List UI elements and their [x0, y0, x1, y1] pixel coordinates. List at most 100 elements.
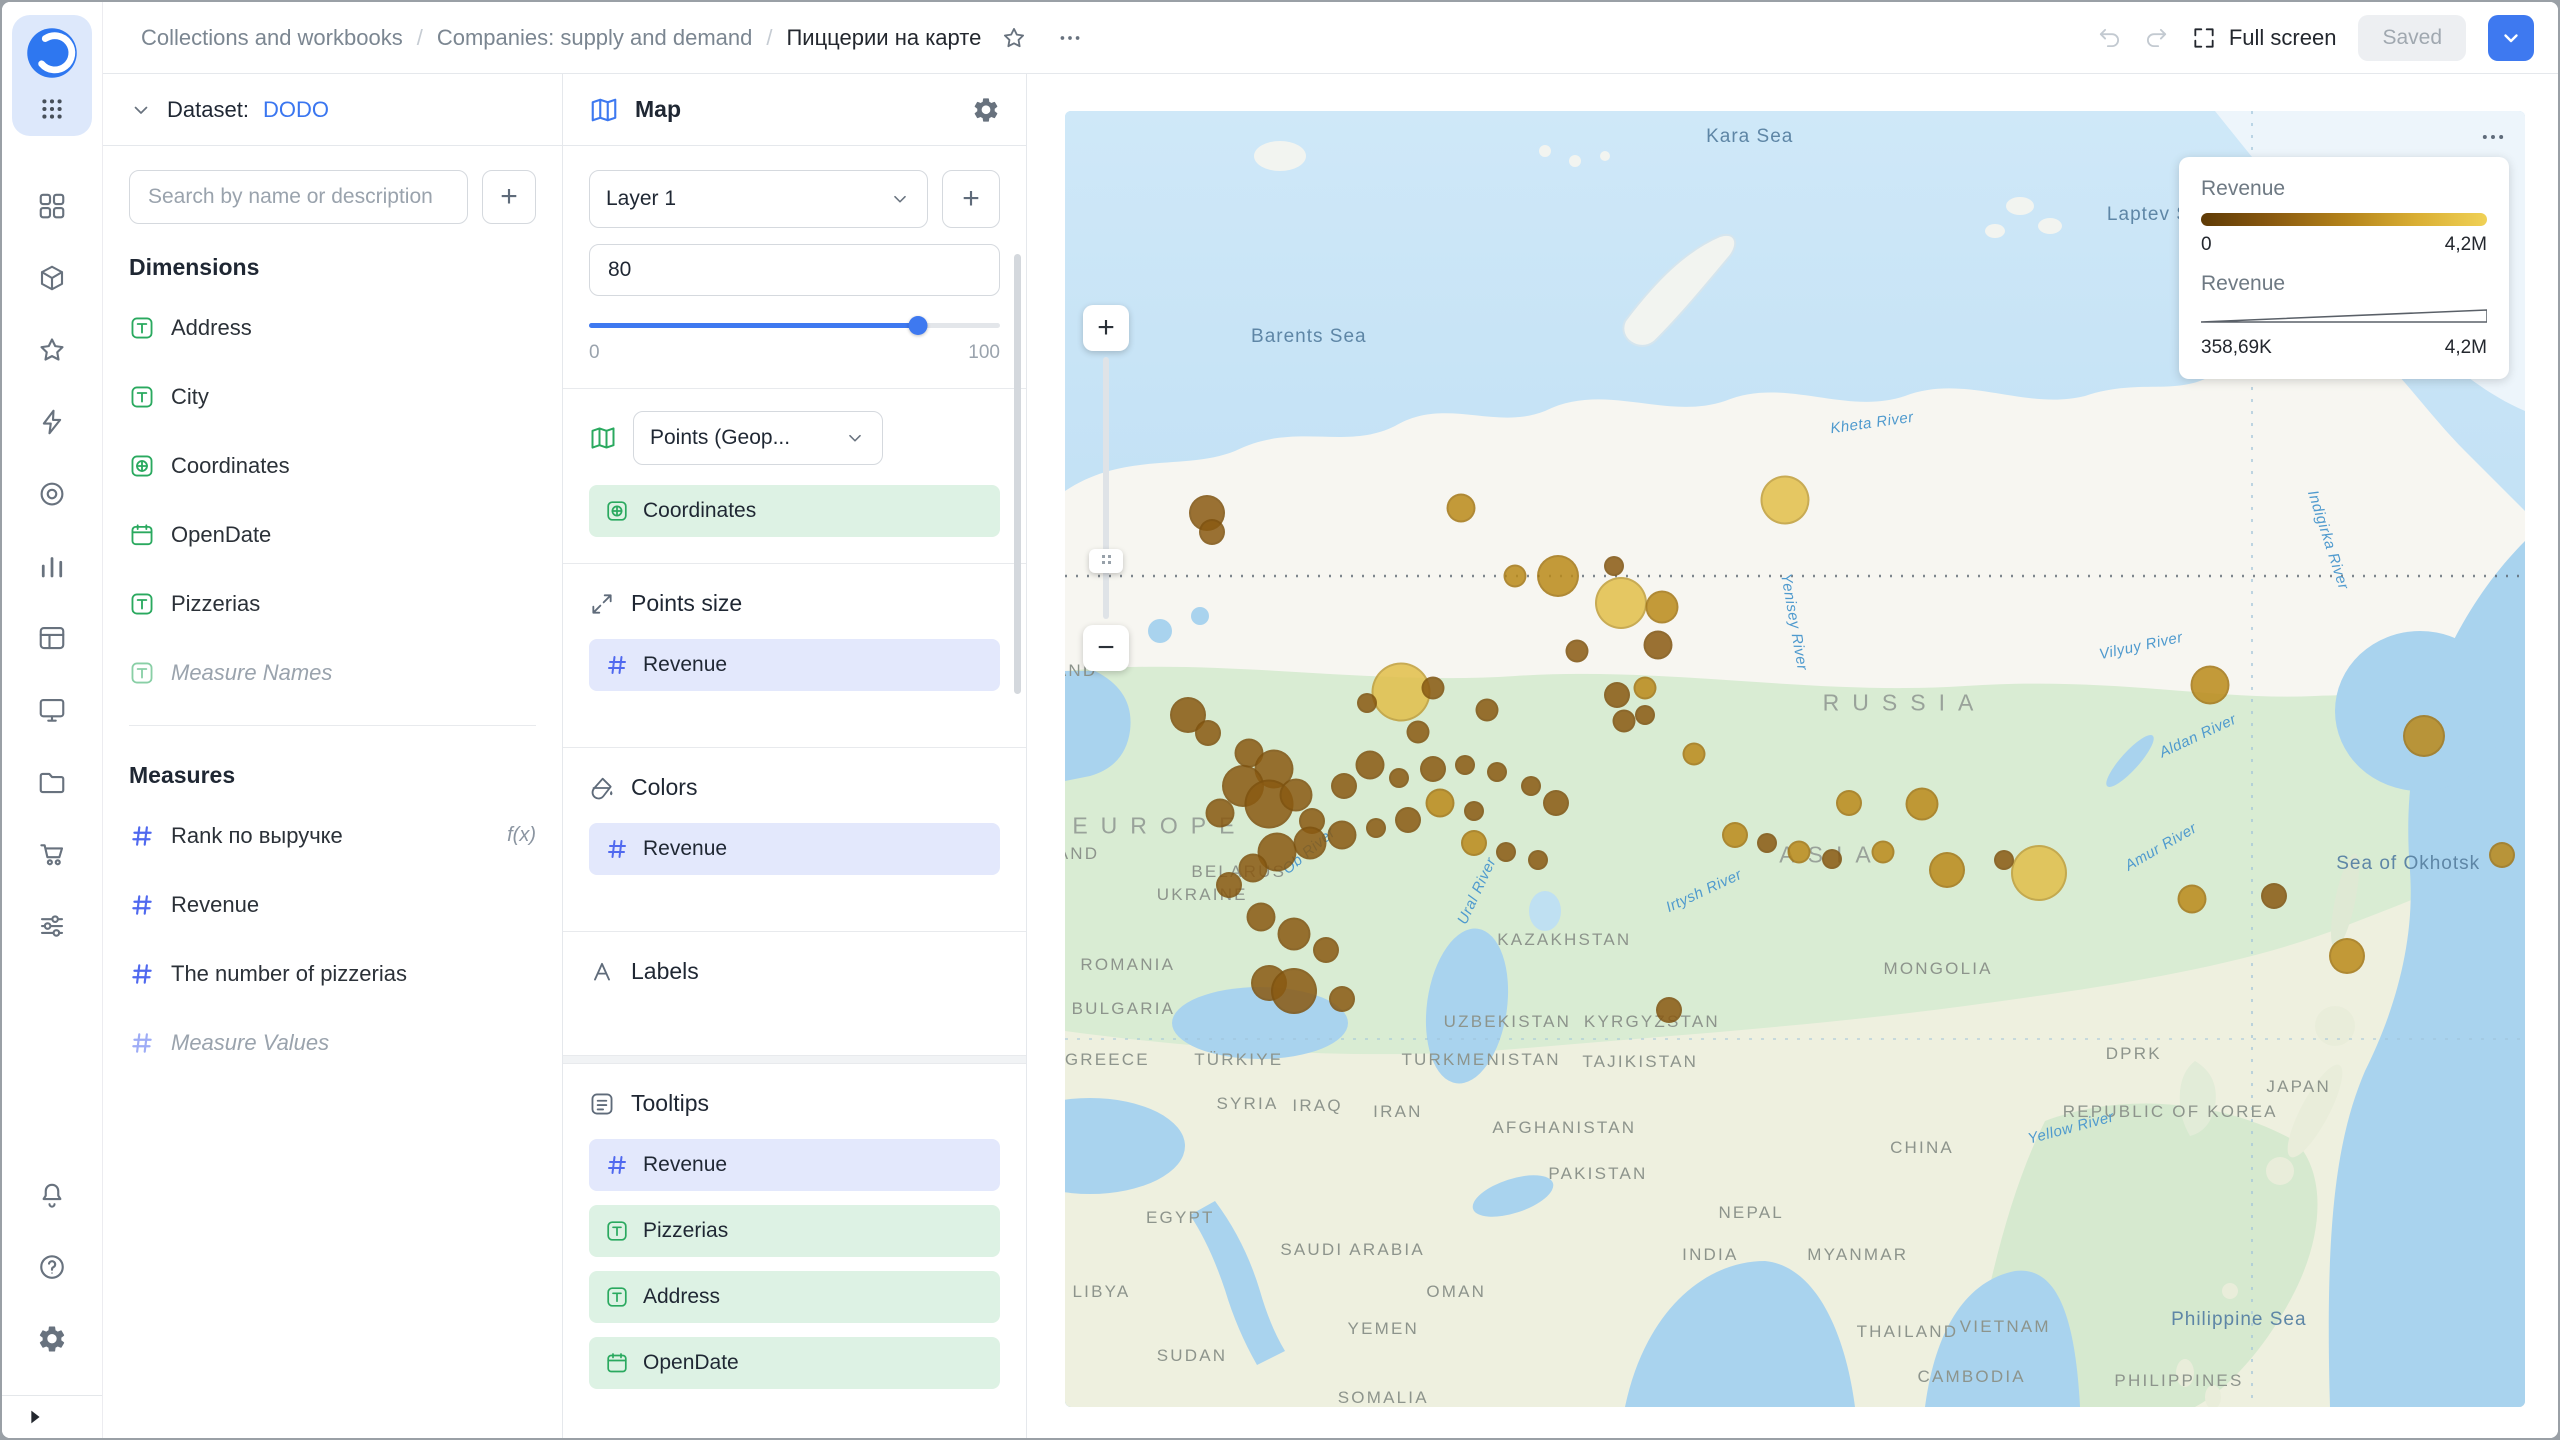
- opacity-slider-knob[interactable]: [908, 316, 928, 335]
- dataset-field-row[interactable]: Rank по выручке f(x): [129, 801, 536, 870]
- map-point[interactable]: [1645, 590, 1679, 624]
- config-scrollbar-thumb[interactable]: [1014, 254, 1021, 694]
- field-chip[interactable]: Coordinates: [589, 485, 1000, 537]
- map-point[interactable]: [1460, 830, 1487, 857]
- map-canvas[interactable]: Kara Sea Barents Sea Laptev Sea Sea of Okho…: [1065, 111, 2525, 1407]
- map-point[interactable]: [1330, 773, 1357, 800]
- nav-settings-sliders-icon[interactable]: [20, 894, 84, 958]
- map-point[interactable]: [1355, 750, 1385, 780]
- add-layer-button[interactable]: +: [942, 170, 1000, 228]
- map-point[interactable]: [2260, 883, 2287, 910]
- dataset-field-row[interactable]: Coordinates: [129, 431, 536, 500]
- nav-services-icon[interactable]: [20, 462, 84, 526]
- map-point[interactable]: [1871, 840, 1895, 864]
- map-point[interactable]: [1406, 720, 1430, 744]
- map-point[interactable]: [1612, 709, 1636, 733]
- map-point[interactable]: [1503, 564, 1527, 588]
- map-point[interactable]: [1419, 756, 1446, 783]
- map-chart-type-icon[interactable]: [589, 95, 619, 125]
- dataset-name-link[interactable]: DODO: [263, 97, 329, 123]
- map-point[interactable]: [1537, 555, 1580, 598]
- map-point[interactable]: [1365, 817, 1386, 838]
- map-point[interactable]: [1329, 985, 1356, 1012]
- redo-icon[interactable]: [2143, 25, 2169, 51]
- dataset-field-row[interactable]: Revenue: [129, 870, 536, 939]
- map-point[interactable]: [1643, 630, 1673, 660]
- map-point[interactable]: [1836, 790, 1863, 817]
- map-point[interactable]: [1821, 848, 1842, 869]
- map-point[interactable]: [1327, 820, 1357, 850]
- map-point[interactable]: [1722, 822, 1749, 849]
- more-actions-icon[interactable]: [1057, 25, 1083, 51]
- save-dropdown-button[interactable]: [2488, 14, 2534, 61]
- map-point[interactable]: [1277, 917, 1311, 951]
- breadcrumb-current-chart[interactable]: Пиццерии на карте: [786, 25, 981, 51]
- map-point[interactable]: [1487, 761, 1508, 782]
- map-more-menu-icon[interactable]: [2479, 123, 2507, 151]
- field-chip[interactable]: Address: [589, 1271, 1000, 1323]
- dataset-field-row[interactable]: Measure Names: [129, 638, 536, 707]
- expand-panel-icon[interactable]: [24, 1406, 46, 1428]
- saved-button[interactable]: Saved: [2358, 14, 2466, 61]
- zoom-in-button[interactable]: +: [1083, 305, 1129, 351]
- layer-select[interactable]: Layer 1: [589, 170, 928, 228]
- chevron-down-icon[interactable]: [129, 98, 153, 122]
- opacity-input[interactable]: [606, 257, 983, 283]
- map-point[interactable]: [1595, 577, 1648, 630]
- map-point[interactable]: [1195, 720, 1222, 747]
- map-point[interactable]: [1787, 840, 1811, 864]
- geotype-select[interactable]: Points (Geop...: [633, 411, 883, 465]
- map-point[interactable]: [1199, 519, 1226, 546]
- map-point[interactable]: [1905, 787, 1939, 821]
- map-point[interactable]: [1463, 800, 1484, 821]
- settings-gear-icon[interactable]: [20, 1307, 84, 1371]
- map-point[interactable]: [1246, 902, 1276, 932]
- map-point[interactable]: [1528, 850, 1549, 871]
- map-point[interactable]: [1293, 826, 1327, 860]
- field-chip[interactable]: OpenDate: [589, 1337, 1000, 1389]
- dataset-field-row[interactable]: Measure Values: [129, 1008, 536, 1077]
- zoom-out-button[interactable]: −: [1083, 625, 1129, 671]
- map-point[interactable]: [1682, 742, 1706, 766]
- map-point[interactable]: [1757, 833, 1778, 854]
- map-point[interactable]: [1313, 936, 1340, 963]
- map-point[interactable]: [1455, 755, 1476, 776]
- map-point[interactable]: [1495, 842, 1516, 863]
- breadcrumb-workbook[interactable]: Companies: supply and demand: [437, 25, 753, 51]
- map-point[interactable]: [2190, 665, 2230, 705]
- dataset-panel-header[interactable]: Dataset: DODO: [103, 74, 562, 146]
- map-point[interactable]: [1395, 806, 1422, 833]
- field-chip[interactable]: Revenue: [589, 1139, 1000, 1191]
- map-point[interactable]: [2010, 845, 2067, 902]
- nav-collections-icon[interactable]: [20, 174, 84, 238]
- undo-icon[interactable]: [2097, 25, 2123, 51]
- dataset-field-row[interactable]: Pizzerias: [129, 569, 536, 638]
- zoom-slider-handle[interactable]: [1089, 549, 1123, 573]
- nav-charts-icon[interactable]: [20, 534, 84, 598]
- map-point[interactable]: [1205, 798, 1235, 828]
- map-point[interactable]: [1279, 778, 1313, 812]
- map-point[interactable]: [1238, 853, 1268, 883]
- map-point[interactable]: [1475, 698, 1499, 722]
- map-point[interactable]: [2403, 714, 2446, 757]
- nav-marketplace-icon[interactable]: [20, 822, 84, 886]
- datalens-logo[interactable]: [25, 26, 79, 80]
- nav-storage-icon[interactable]: [20, 246, 84, 310]
- map-point[interactable]: [1928, 852, 1965, 889]
- field-search-input[interactable]: [146, 184, 451, 210]
- map-point[interactable]: [1603, 682, 1630, 709]
- nav-connections-icon[interactable]: [20, 750, 84, 814]
- map-point[interactable]: [1357, 693, 1378, 714]
- field-chip[interactable]: Revenue: [589, 823, 1000, 875]
- map-point[interactable]: [1425, 788, 1455, 818]
- map-point[interactable]: [1656, 997, 1683, 1024]
- notifications-bell-icon[interactable]: [20, 1163, 84, 1227]
- map-point[interactable]: [1633, 676, 1657, 700]
- field-chip[interactable]: Revenue: [589, 639, 1000, 691]
- nav-datasets-icon[interactable]: [20, 606, 84, 670]
- map-point[interactable]: [2177, 884, 2207, 914]
- breadcrumb-collections[interactable]: Collections and workbooks: [141, 25, 403, 51]
- nav-quick-actions-icon[interactable]: [20, 390, 84, 454]
- map-point[interactable]: [1993, 850, 2014, 871]
- map-point[interactable]: [1446, 493, 1476, 523]
